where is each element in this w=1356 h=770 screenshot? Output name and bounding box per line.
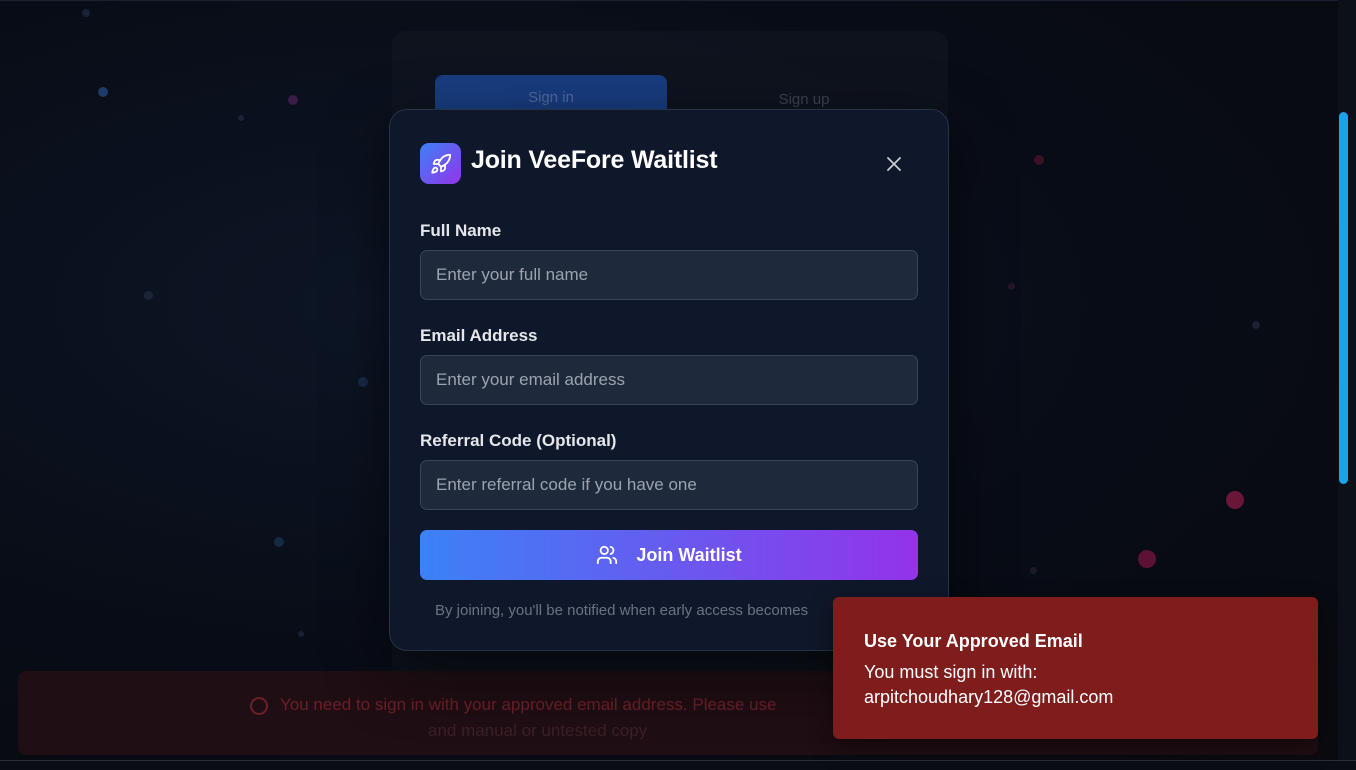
background-banner-text-2: and manual or untested copy bbox=[428, 721, 648, 740]
star-decoration bbox=[1226, 491, 1244, 509]
full-name-label: Full Name bbox=[420, 221, 502, 240]
email-input[interactable] bbox=[420, 355, 918, 405]
background-banner-text: You need to sign in with your approved e… bbox=[280, 695, 777, 714]
star-decoration bbox=[144, 291, 153, 300]
join-waitlist-button[interactable]: Join Waitlist bbox=[420, 530, 918, 580]
email-label: Email Address bbox=[420, 326, 538, 345]
waitlist-modal: Join VeeFore Waitlist Full Name Email Ad… bbox=[389, 109, 949, 651]
star-decoration bbox=[288, 95, 298, 105]
users-icon bbox=[597, 545, 618, 565]
rocket-icon bbox=[420, 143, 461, 184]
alert-icon bbox=[250, 697, 268, 715]
star-decoration bbox=[238, 115, 244, 121]
star-decoration bbox=[1030, 567, 1037, 574]
close-icon bbox=[887, 157, 901, 171]
error-toast[interactable]: Use Your Approved Email You must sign in… bbox=[833, 597, 1318, 739]
toast-approved-email: arpitchoudhary128@gmail.com bbox=[864, 687, 1114, 707]
toast-message: You must sign in with: arpitchoudhary128… bbox=[864, 660, 1294, 710]
full-name-input[interactable] bbox=[420, 250, 918, 300]
window-bottom-edge bbox=[0, 760, 1356, 770]
referral-code-input[interactable] bbox=[420, 460, 918, 510]
star-decoration bbox=[298, 631, 304, 637]
modal-title: Join VeeFore Waitlist bbox=[471, 146, 718, 174]
referral-code-label: Referral Code (Optional) bbox=[420, 431, 617, 450]
star-decoration bbox=[274, 537, 284, 547]
star-decoration bbox=[358, 377, 368, 387]
join-waitlist-label: Join Waitlist bbox=[636, 544, 742, 565]
toast-message-line: You must sign in with: bbox=[864, 662, 1038, 682]
star-decoration bbox=[1252, 321, 1260, 329]
star-decoration bbox=[1138, 550, 1156, 568]
toast-title: Use Your Approved Email bbox=[864, 631, 1083, 651]
scrollbar-thumb[interactable] bbox=[1339, 112, 1348, 484]
close-button[interactable] bbox=[878, 150, 910, 178]
star-decoration bbox=[1008, 283, 1015, 290]
star-decoration bbox=[1034, 155, 1044, 165]
star-decoration bbox=[98, 87, 108, 97]
star-decoration bbox=[82, 9, 90, 17]
